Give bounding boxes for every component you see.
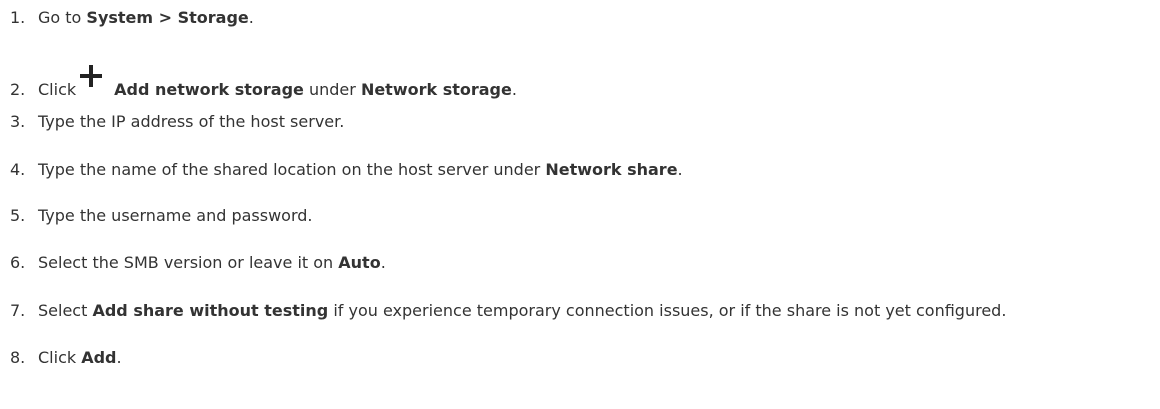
step-text: Type the IP address of the host server. (38, 112, 345, 131)
step-number: 8. (10, 348, 26, 367)
step-number: 5. (10, 206, 26, 225)
step-text: Type the name of the shared location on … (38, 160, 546, 179)
step-text: Type the username and password. (38, 206, 313, 225)
step-number: 6. (10, 253, 26, 272)
step-1: 1. Go to System > Storage. (10, 8, 254, 28)
step-text: Click (38, 80, 77, 99)
step-emphasis: Add share without testing (92, 301, 329, 320)
step-text: . (248, 8, 254, 27)
step-text: . (380, 253, 386, 272)
step-text: Select (38, 301, 93, 320)
step-emphasis: Add (81, 348, 117, 367)
step-emphasis: System > Storage (86, 8, 249, 27)
step-5: 5. Type the username and password. (10, 206, 313, 226)
step-text: if you experience temporary connection i… (328, 301, 1007, 320)
step-number: 2. (10, 80, 26, 99)
step-emphasis: Network storage (360, 80, 512, 99)
step-text: under (303, 80, 361, 99)
step-7: 7. Select Add share without testing if yo… (10, 301, 1006, 321)
step-text: . (677, 160, 683, 179)
instruction-list: 1. Go to System > Storage. 2. Click Add net… (0, 0, 1160, 409)
step-emphasis: Auto (338, 253, 381, 272)
step-6: 6. Select the SMB version or leave it on … (10, 253, 386, 273)
step-text: Go to (38, 8, 87, 27)
step-text: Click (38, 348, 82, 367)
step-3: 3. Type the IP address of the host server… (10, 112, 344, 132)
step-number: 7. (10, 301, 26, 320)
step-4: 4. Type the name of the shared location o… (10, 160, 683, 180)
step-emphasis: Network share (545, 160, 678, 179)
step-number: 3. (10, 112, 26, 131)
step-8: 8. Click Add. (10, 348, 122, 368)
step-text: . (511, 80, 517, 99)
step-emphasis: Add network storage (114, 80, 304, 99)
step-number: 1. (10, 8, 26, 27)
step-text: Select the SMB version or leave it on (38, 253, 339, 272)
step-2: 2. Click Add network storage under Network… (10, 65, 517, 99)
plus-icon (80, 65, 103, 87)
step-text: . (116, 348, 122, 367)
step-number: 4. (10, 160, 26, 179)
